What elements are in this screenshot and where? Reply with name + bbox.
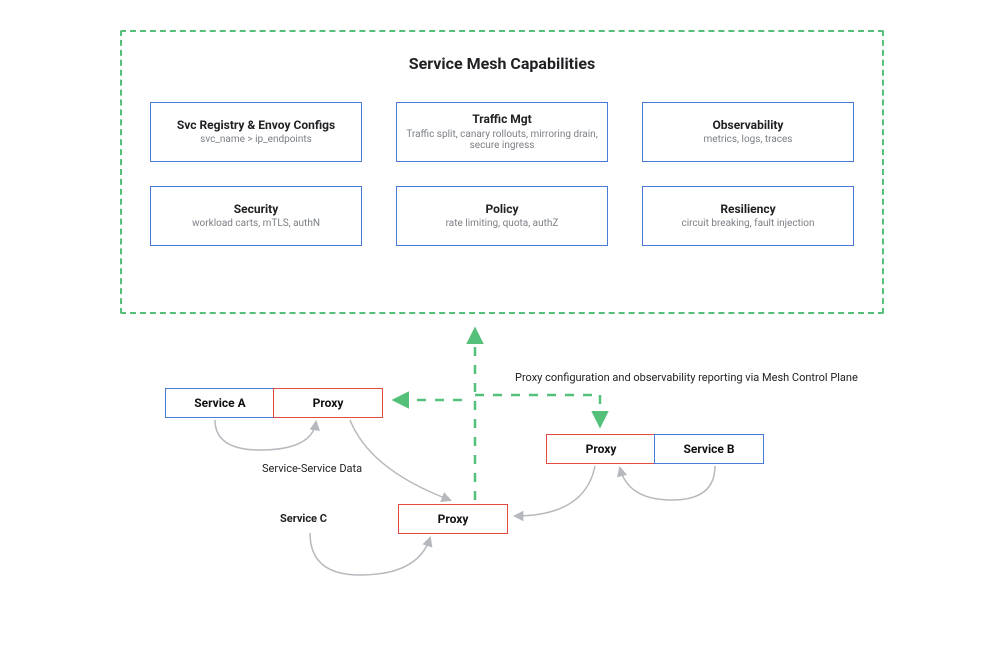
- capability-title: Traffic Mgt: [472, 112, 531, 126]
- proxy-b-box: Proxy: [546, 434, 656, 464]
- service-b-label: Service B: [684, 442, 735, 456]
- capability-sub: workload carts, mTLS, authN: [192, 218, 320, 230]
- proxy-b-label: Proxy: [586, 442, 617, 456]
- capability-policy: Policy rate limiting, quota, authZ: [396, 186, 608, 246]
- capability-traffic: Traffic Mgt Traffic split, canary rollou…: [396, 102, 608, 162]
- capability-security: Security workload carts, mTLS, authN: [150, 186, 362, 246]
- capability-title: Observability: [713, 118, 784, 132]
- proxy-c-label: Proxy: [438, 512, 469, 526]
- diagram-title: Service Mesh Capabilities: [122, 54, 882, 73]
- capabilities-grid: Svc Registry & Envoy Configs svc_name > …: [150, 102, 854, 246]
- service-a-label: Service A: [194, 396, 245, 410]
- control-plane-arrows: [395, 330, 600, 500]
- service-c-label: Service C: [280, 512, 327, 525]
- capability-sub: Traffic split, canary rollouts, mirrorin…: [402, 129, 602, 152]
- capability-sub: rate limiting, quota, authZ: [446, 218, 559, 230]
- capability-title: Svc Registry & Envoy Configs: [177, 118, 335, 132]
- capability-title: Policy: [485, 202, 518, 216]
- capability-title: Security: [234, 202, 279, 216]
- mesh-control-caption: Proxy configuration and observability re…: [515, 371, 865, 384]
- svc-svc-data-caption: Service-Service Data: [262, 462, 362, 475]
- capabilities-container: Service Mesh Capabilities Svc Registry &…: [120, 30, 884, 314]
- capability-title: Resiliency: [720, 202, 775, 216]
- proxy-a-label: Proxy: [313, 396, 344, 410]
- capability-sub: metrics, logs, traces: [704, 134, 793, 146]
- capability-observability: Observability metrics, logs, traces: [642, 102, 854, 162]
- capability-resiliency: Resiliency circuit breaking, fault injec…: [642, 186, 854, 246]
- proxy-c-box: Proxy: [398, 504, 508, 534]
- capability-sub: svc_name > ip_endpoints: [200, 134, 312, 146]
- capability-sub: circuit breaking, fault injection: [681, 218, 814, 230]
- service-b-box: Service B: [654, 434, 764, 464]
- service-a-box: Service A: [165, 388, 275, 418]
- capability-registry: Svc Registry & Envoy Configs svc_name > …: [150, 102, 362, 162]
- proxy-a-box: Proxy: [273, 388, 383, 418]
